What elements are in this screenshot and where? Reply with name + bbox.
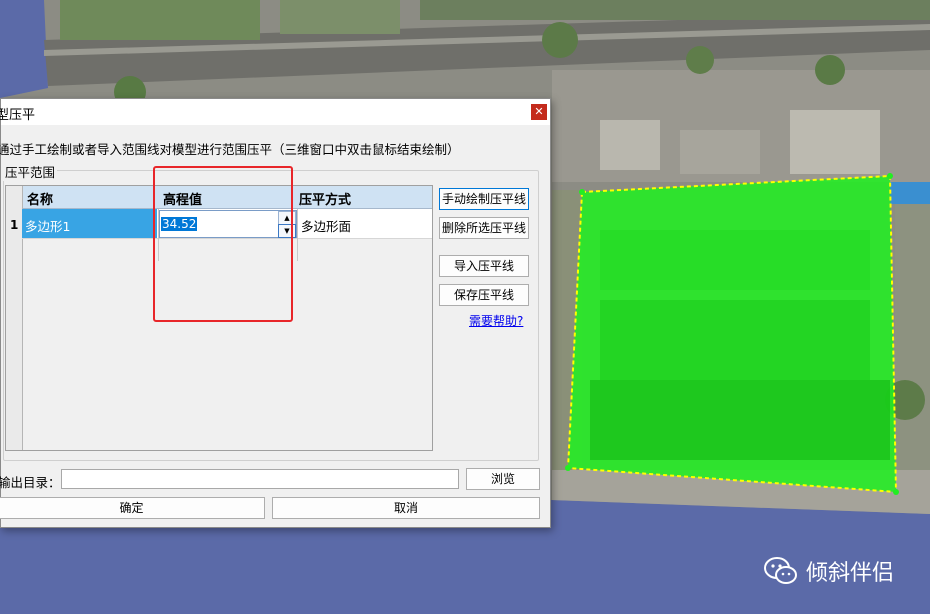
column-name-header[interactable]: 名称 [27, 189, 53, 208]
ok-button[interactable]: 确定 [0, 497, 265, 519]
column-mode-header[interactable]: 压平方式 [299, 189, 351, 208]
close-button[interactable]: ✕ [531, 104, 547, 120]
cell-name[interactable]: 多边形1 [22, 209, 157, 238]
output-dir-label: 输出目录： [0, 475, 61, 490]
draw-flatten-line-button[interactable]: 手动绘制压平线 [439, 188, 529, 210]
watermark-text: 倾斜伴侣 [806, 561, 895, 586]
wechat-icon [764, 557, 797, 584]
dialog-titlebar[interactable]: 型压平 ✕ [0, 99, 550, 125]
delete-selected-line-button[interactable]: 删除所选压平线 [439, 217, 529, 239]
watermark: 倾斜伴侣 [764, 555, 894, 587]
save-flatten-line-button[interactable]: 保存压平线 [439, 284, 529, 306]
browse-button[interactable]: 浏览 [466, 468, 540, 490]
help-link[interactable]: 需要帮助? [469, 312, 523, 329]
group-label: 压平范围 [3, 162, 58, 181]
output-dir-input[interactable] [61, 469, 459, 489]
cell-name-text: 多边形1 [25, 219, 71, 234]
dialog-title: 型压平 [0, 108, 36, 123]
cancel-button[interactable]: 取消 [272, 497, 540, 519]
highlight-box [153, 166, 293, 322]
row-index: 1 [10, 218, 19, 232]
cell-mode[interactable]: 多边形面 [301, 216, 351, 235]
close-icon: ✕ [534, 105, 544, 118]
dialog-description: 通过手工绘制或者导入范围线对模型进行范围压平（三维窗口中双击鼠标结束绘制） [0, 142, 460, 157]
import-flatten-line-button[interactable]: 导入压平线 [439, 255, 529, 277]
column-divider [297, 209, 298, 261]
